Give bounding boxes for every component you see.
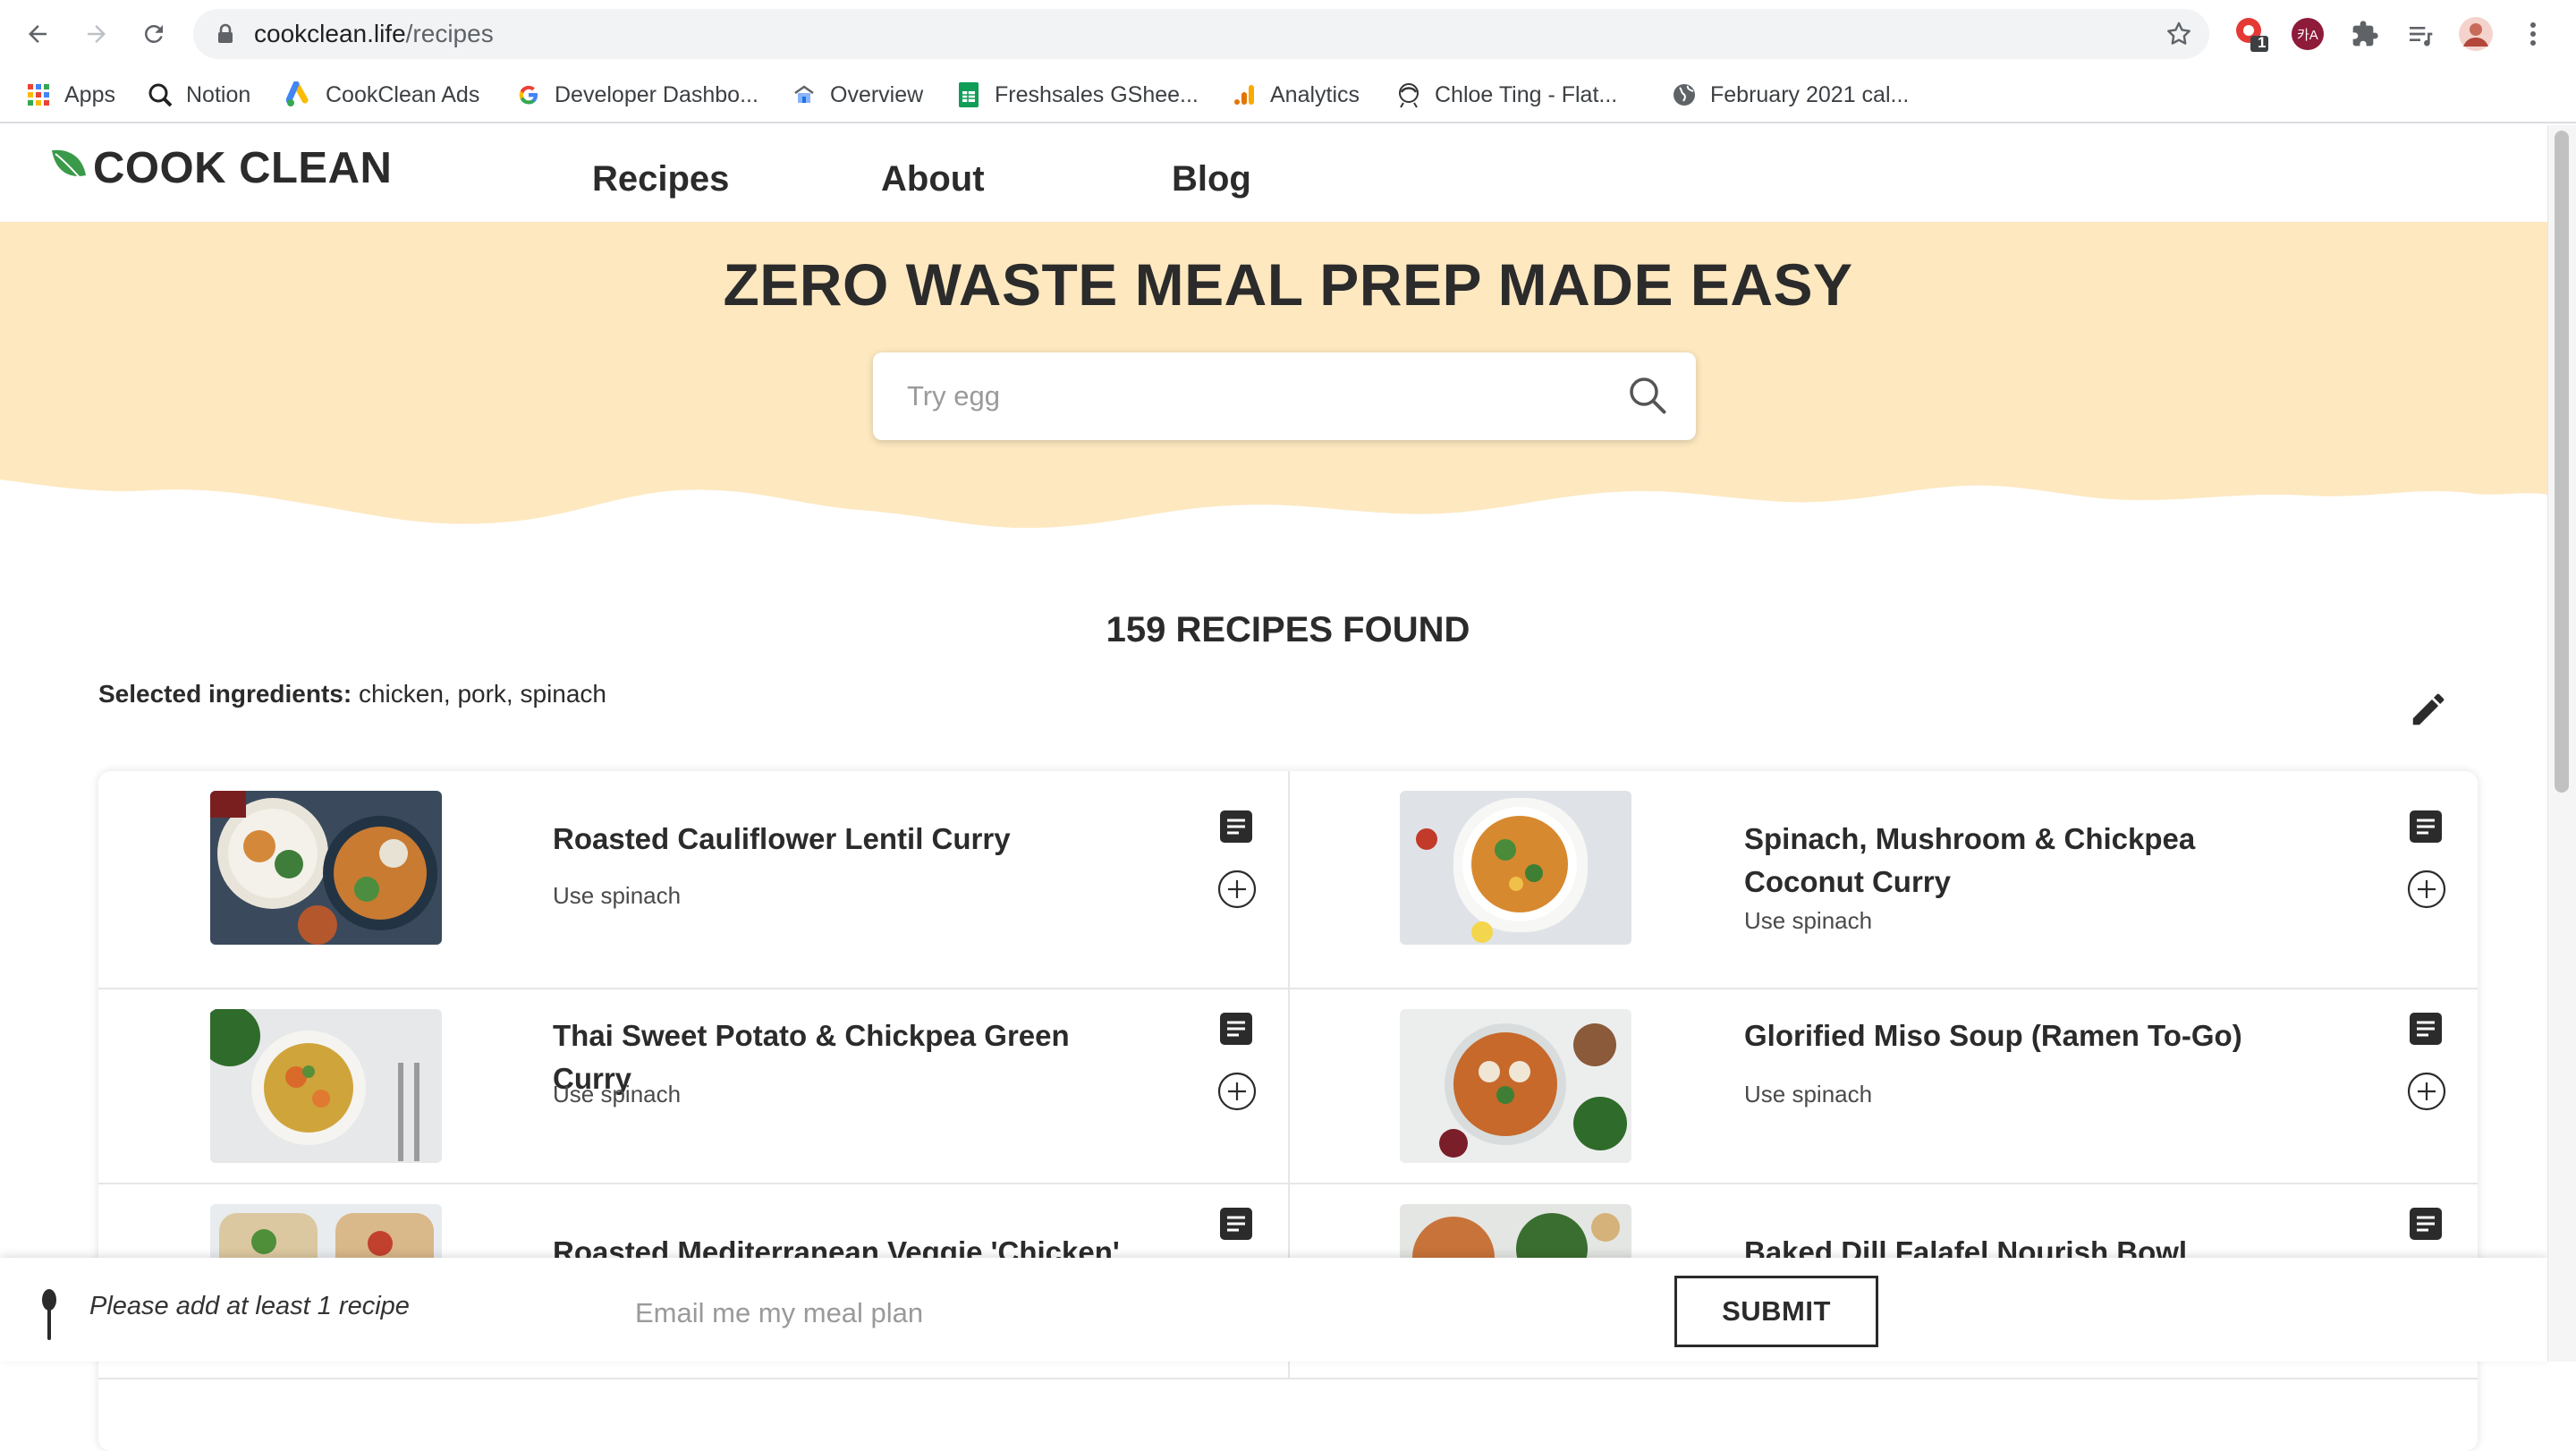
extension-red-icon[interactable]: 1 xyxy=(2233,14,2272,54)
chloe-ting-icon xyxy=(1395,81,1422,108)
hero-section: ZERO WASTE MEAL PREP MADE EASY xyxy=(0,222,2547,562)
recipe-subtitle: Use spinach xyxy=(1744,1081,1873,1107)
bookmark-label: Notion xyxy=(186,81,251,107)
recipe-thumbnail[interactable] xyxy=(210,1009,442,1163)
spoon-icon xyxy=(39,1288,59,1346)
bookmark-label: Apps xyxy=(64,81,115,107)
hero-title: ZERO WASTE MEAL PREP MADE EASY xyxy=(723,251,1853,318)
add-recipe-icon[interactable] xyxy=(1217,1072,1257,1111)
selected-ingredients-value: chicken, pork, spinach xyxy=(358,680,607,708)
search-icon[interactable] xyxy=(1626,374,1669,421)
bookmark-label: Developer Dashbo... xyxy=(555,81,758,107)
bookmark-label: Overview xyxy=(830,81,924,107)
selected-ingredients: Selected ingredients: chicken, pork, spi… xyxy=(98,680,606,709)
meal-plan-email-input[interactable] xyxy=(635,1288,1619,1338)
recipe-details-icon[interactable] xyxy=(2408,1011,2444,1047)
recipe-thumbnail[interactable] xyxy=(1400,791,1631,945)
recipe-card[interactable]: Glorified Miso Soup (Ramen To-Go) Use sp… xyxy=(1288,989,2478,1184)
google-ads-icon xyxy=(286,81,313,108)
bookmark-notion[interactable]: Notion xyxy=(147,77,250,113)
bookmark-label: CookClean Ads xyxy=(326,81,480,107)
bookmark-label: Freshsales GShee... xyxy=(995,81,1199,107)
recipe-title[interactable]: Roasted Cauliflower Lentil Curry xyxy=(553,818,1089,861)
forward-arrow-icon[interactable] xyxy=(79,16,114,52)
reload-icon[interactable] xyxy=(136,16,172,52)
extension-badge: 1 xyxy=(2258,34,2267,51)
recipe-subtitle: Use spinach xyxy=(553,882,682,909)
media-queue-icon[interactable] xyxy=(2401,14,2440,54)
bookmark-label: February 2021 cal... xyxy=(1710,81,1910,107)
analytics-icon xyxy=(1231,81,1258,108)
recipe-subtitle: Use spinach xyxy=(553,1081,682,1107)
bookmarks-bar: Apps Notion CookClean Ads Developer Dash… xyxy=(0,66,2576,123)
logo-text: COOK CLEAN xyxy=(93,144,393,192)
bookmark-developer-dashboard[interactable]: Developer Dashbo... xyxy=(515,77,758,113)
bookmark-overview[interactable]: Overview xyxy=(791,77,923,113)
lock-icon xyxy=(216,23,234,49)
address-bar[interactable]: cookclean.life/recipes xyxy=(193,9,2209,59)
bookmark-analytics[interactable]: Analytics xyxy=(1231,77,1360,113)
meal-plan-bar: Please add at least 1 recipe SUBMIT xyxy=(0,1258,2547,1362)
notion-icon xyxy=(147,81,174,108)
recipe-thumbnail[interactable] xyxy=(1400,1009,1631,1163)
bookmark-freshsales-gsheets[interactable]: Freshsales GShee... xyxy=(955,77,1199,113)
recipe-card[interactable]: Roasted Cauliflower Lentil Curry Use spi… xyxy=(98,771,1288,989)
back-arrow-icon[interactable] xyxy=(20,16,55,52)
recipe-details-icon[interactable] xyxy=(1218,1011,1254,1047)
menu-kebab-icon[interactable] xyxy=(2513,14,2553,54)
bookmark-february-2021[interactable]: February 2021 cal... xyxy=(1671,77,1909,113)
google-g-icon xyxy=(515,81,542,108)
recipe-details-icon[interactable] xyxy=(2408,809,2444,844)
recipe-card[interactable]: Thai Sweet Potato & Chickpea Green Curry… xyxy=(98,989,1288,1184)
site-header: COOK CLEAN Recipes About Blog xyxy=(0,125,2547,222)
recipe-details-icon[interactable] xyxy=(2408,1206,2444,1242)
google-sheets-icon xyxy=(955,81,982,108)
recipes-found-count: 159 RECIPES FOUND xyxy=(1106,610,1470,649)
globe-icon xyxy=(1671,81,1698,108)
meal-plan-hint: Please add at least 1 recipe xyxy=(89,1292,410,1320)
recipe-subtitle: Use spinach xyxy=(1744,907,1873,934)
add-recipe-icon[interactable] xyxy=(2407,870,2446,909)
bookmark-label: Analytics xyxy=(1270,81,1360,107)
user-avatar[interactable] xyxy=(2456,14,2496,54)
recipe-details-icon[interactable] xyxy=(1218,1206,1254,1242)
bookmark-label: Chloe Ting - Flat... xyxy=(1435,81,1618,107)
puzzle-icon[interactable] xyxy=(2345,14,2385,54)
selected-ingredients-label: Selected ingredients: xyxy=(98,680,352,708)
nav-about-link[interactable]: About xyxy=(881,159,985,199)
recipe-title[interactable]: Spinach, Mushroom & Chickpea Coconut Cur… xyxy=(1744,818,2281,904)
submit-button[interactable]: SUBMIT xyxy=(1674,1276,1878,1347)
apps-grid-icon xyxy=(25,81,52,108)
recipe-details-icon[interactable] xyxy=(1218,809,1254,844)
bookmark-chloe-ting[interactable]: Chloe Ting - Flat... xyxy=(1395,77,1617,113)
recipe-title[interactable]: Glorified Miso Soup (Ramen To-Go) xyxy=(1744,1014,2281,1057)
site-logo[interactable]: COOK CLEAN xyxy=(48,147,392,191)
url-text: cookclean.life/recipes xyxy=(254,20,494,47)
nav-blog-link[interactable]: Blog xyxy=(1172,159,1251,199)
leaf-logo-icon xyxy=(48,147,91,191)
browser-toolbar: cookclean.life/recipes 1 카A xyxy=(0,0,2576,66)
extension-profile-label: 카A xyxy=(2297,28,2318,43)
recipe-thumbnail[interactable] xyxy=(210,791,442,945)
add-recipe-icon[interactable] xyxy=(1217,870,1257,909)
add-recipe-icon[interactable] xyxy=(2407,1072,2446,1111)
overview-icon xyxy=(791,81,818,108)
nav-recipes-link[interactable]: Recipes xyxy=(592,159,729,199)
bookmark-cookclean-ads[interactable]: CookClean Ads xyxy=(286,77,479,113)
recipe-search-input[interactable] xyxy=(907,376,1587,417)
bookmark-star-icon[interactable] xyxy=(2165,20,2193,53)
recipe-card[interactable]: Spinach, Mushroom & Chickpea Coconut Cur… xyxy=(1288,771,2478,989)
extension-profile-icon[interactable]: 카A xyxy=(2288,14,2327,54)
edit-pencil-icon[interactable] xyxy=(2408,689,2449,730)
recipe-search-box xyxy=(873,352,1696,440)
page-scrollbar-thumb[interactable] xyxy=(2555,131,2569,793)
bookmark-apps[interactable]: Apps xyxy=(25,77,115,113)
